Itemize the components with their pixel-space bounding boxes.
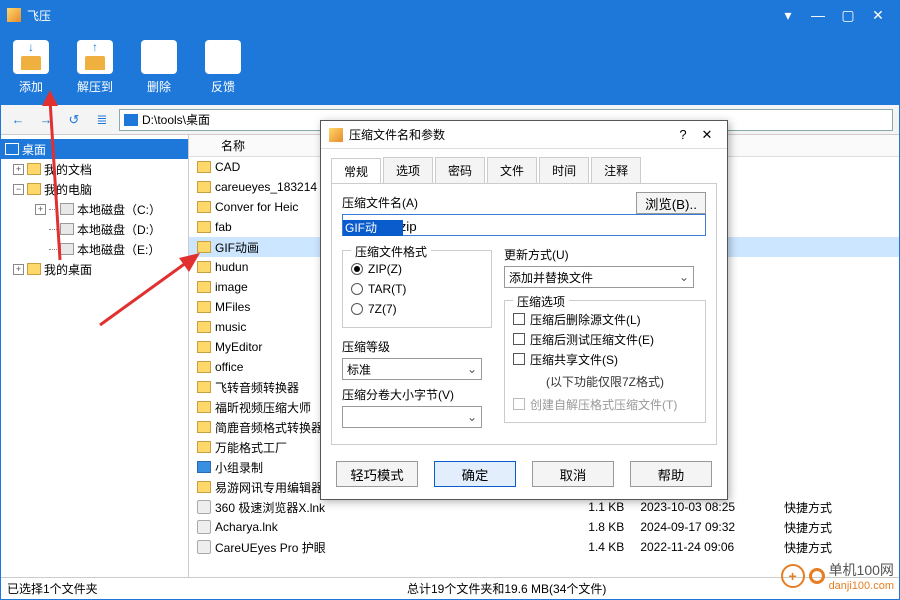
archive-dialog: 压缩文件名和参数 ? ✕ 常规 选项 密码 文件 时间 注释 浏览(B).. 压… — [320, 120, 728, 500]
watermark: + 单机100网 danji100.com — [781, 560, 894, 592]
nav-list-button[interactable]: ≣ — [91, 109, 113, 131]
dialog-icon — [329, 128, 343, 142]
tab-files[interactable]: 文件 — [487, 157, 537, 183]
archive-name-selection: GIF动画.zip — [343, 220, 403, 236]
add-icon — [13, 40, 49, 74]
file-row[interactable]: CareUEyes Pro 护眼1.4 KB2022-11-24 09:06快捷… — [189, 537, 899, 557]
opt-test-checkbox[interactable]: 压缩后测试压缩文件(E) — [513, 329, 697, 349]
tree-item[interactable]: +我的桌面 — [1, 259, 188, 279]
col-name[interactable]: 名称 — [215, 137, 245, 154]
note-text: (以下功能仅限7Z格式) — [513, 373, 697, 390]
nav-back-button[interactable]: ← — [7, 109, 29, 131]
opt-sfx-checkbox: 创建自解压格式压缩文件(T) — [513, 394, 697, 414]
format-tar-radio[interactable]: TAR(T) — [351, 279, 483, 299]
help-button[interactable]: 帮助 — [630, 461, 712, 487]
dialog-close-button[interactable]: ✕ — [695, 127, 719, 143]
light-mode-button[interactable]: 轻巧模式 — [336, 461, 418, 487]
update-select[interactable]: 添加并替换文件 — [504, 266, 694, 288]
format-7z-radio[interactable]: 7Z(7) — [351, 299, 483, 319]
nav-up-button[interactable]: ↺ — [63, 109, 85, 131]
split-label: 压缩分卷大小字节(V) — [342, 386, 492, 403]
cancel-button[interactable]: 取消 — [532, 461, 614, 487]
delete-button[interactable]: 删除 — [141, 40, 177, 95]
file-row[interactable]: 360 极速浏览器X.lnk1.1 KB2023-10-03 08:25快捷方式 — [189, 497, 899, 517]
minimize-button[interactable]: — — [803, 1, 833, 29]
file-row[interactable]: Acharya.lnk1.8 KB2024-09-17 09:32快捷方式 — [189, 517, 899, 537]
titlebar: 飞压 ▾ — ▢ ✕ — [1, 1, 899, 29]
watermark-icon: + — [781, 564, 805, 588]
opt-share-checkbox[interactable]: 压缩共享文件(S) — [513, 349, 697, 369]
feedback-button[interactable]: 反馈 — [205, 40, 241, 95]
options-group: 压缩选项 压缩后删除源文件(L) 压缩后测试压缩文件(E) 压缩共享文件(S) … — [504, 300, 706, 423]
split-select[interactable] — [342, 406, 482, 428]
opt-delete-checkbox[interactable]: 压缩后删除源文件(L) — [513, 309, 697, 329]
update-label: 更新方式(U) — [504, 246, 706, 263]
format-group: 压缩文件格式 ZIP(Z) TAR(T) 7Z(7) — [342, 250, 492, 328]
monitor-icon — [124, 114, 138, 126]
level-select[interactable]: 标准 — [342, 358, 482, 380]
tab-general[interactable]: 常规 — [331, 158, 381, 184]
add-button[interactable]: 添加 — [13, 40, 49, 95]
folder-tree[interactable]: 桌面 +我的文档 −我的电脑 +本地磁盘（C:） 本地磁盘（D:） 本地磁盘（E… — [1, 135, 189, 577]
maximize-button[interactable]: ▢ — [833, 1, 863, 29]
tree-root[interactable]: 桌面 — [1, 139, 188, 159]
nav-forward-button[interactable]: → — [35, 109, 57, 131]
ok-button[interactable]: 确定 — [434, 461, 516, 487]
window-title: 飞压 — [27, 7, 51, 24]
tab-password[interactable]: 密码 — [435, 157, 485, 183]
tab-comment[interactable]: 注释 — [591, 157, 641, 183]
dialog-tabs: 常规 选项 密码 文件 时间 注释 — [321, 149, 727, 183]
status-bar: 已选择1个文件夹 总计19个文件夹和19.6 MB(34个文件) — [1, 577, 899, 599]
feedback-icon — [205, 40, 241, 74]
tree-item[interactable]: 本地磁盘（E:） — [1, 239, 188, 259]
format-zip-radio[interactable]: ZIP(Z) — [351, 259, 483, 279]
dialog-buttons: 轻巧模式 确定 取消 帮助 — [321, 455, 727, 499]
tab-options[interactable]: 选项 — [383, 157, 433, 183]
tab-time[interactable]: 时间 — [539, 157, 589, 183]
tree-item[interactable]: +本地磁盘（C:） — [1, 199, 188, 219]
menu-icon[interactable]: ▾ — [773, 1, 803, 29]
level-label: 压缩等级 — [342, 338, 492, 355]
tree-item[interactable]: 本地磁盘（D:） — [1, 219, 188, 239]
browse-button[interactable]: 浏览(B).. — [636, 192, 706, 214]
dialog-titlebar: 压缩文件名和参数 ? ✕ — [321, 121, 727, 149]
status-left: 已选择1个文件夹 — [1, 580, 401, 597]
tree-item[interactable]: −我的电脑 — [1, 179, 188, 199]
trash-icon — [141, 40, 177, 74]
extract-button[interactable]: 解压到 — [77, 40, 113, 95]
app-icon — [7, 8, 21, 22]
extract-icon — [77, 40, 113, 74]
dialog-help-button[interactable]: ? — [671, 127, 695, 142]
main-toolbar: 添加 解压到 删除 反馈 — [1, 29, 899, 105]
tree-item[interactable]: +我的文档 — [1, 159, 188, 179]
close-button[interactable]: ✕ — [863, 1, 893, 29]
dialog-title: 压缩文件名和参数 — [349, 126, 445, 143]
